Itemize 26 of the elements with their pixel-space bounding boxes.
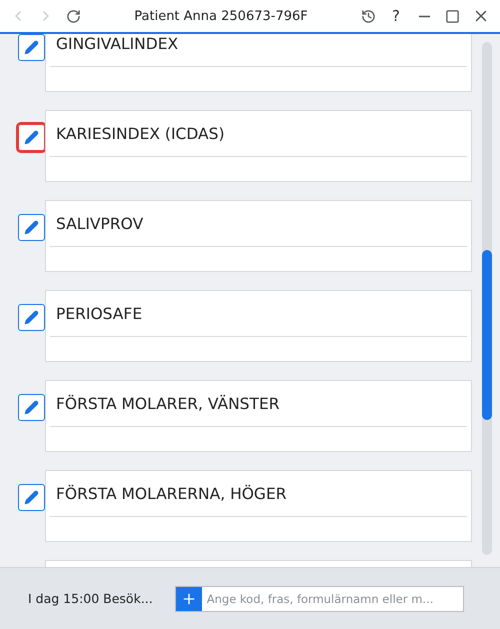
edit-button[interactable] xyxy=(18,124,45,151)
form-title: FÖRSTA MOLARER, VÄNSTER xyxy=(50,381,467,427)
scrollbar[interactable] xyxy=(482,42,492,555)
plus-icon xyxy=(180,590,197,606)
form-title: GINGIVALINDEX xyxy=(50,34,467,67)
edit-button[interactable] xyxy=(18,214,45,241)
form-title: PERIOSAFE xyxy=(50,291,467,337)
edit-button[interactable] xyxy=(18,34,45,61)
window-title: Patient Anna 250673-796F xyxy=(133,8,309,24)
form-title: KARIESINDEX (ICDAS) xyxy=(50,111,467,157)
pencil-icon xyxy=(24,220,39,235)
pencil-icon xyxy=(24,40,39,55)
visit-label: I dag 15:00 Besök... xyxy=(28,591,153,606)
pencil-icon xyxy=(24,310,39,325)
add-button[interactable] xyxy=(176,586,202,610)
edit-button[interactable] xyxy=(18,394,45,421)
form-title: SALIVPROV xyxy=(50,201,467,247)
edit-button[interactable] xyxy=(18,304,45,331)
form-title: FÖRSTA MOLARERNA, HÖGER xyxy=(50,471,467,517)
scrollbar-thumb[interactable] xyxy=(482,250,492,420)
pencil-icon xyxy=(24,400,39,415)
search-field[interactable]: Ange kod, fras, formulärnamn eller m... xyxy=(174,586,464,612)
pencil-icon xyxy=(24,130,39,145)
edit-button[interactable] xyxy=(18,484,45,511)
help-button[interactable]: ? xyxy=(386,7,406,25)
pencil-icon xyxy=(24,490,39,505)
